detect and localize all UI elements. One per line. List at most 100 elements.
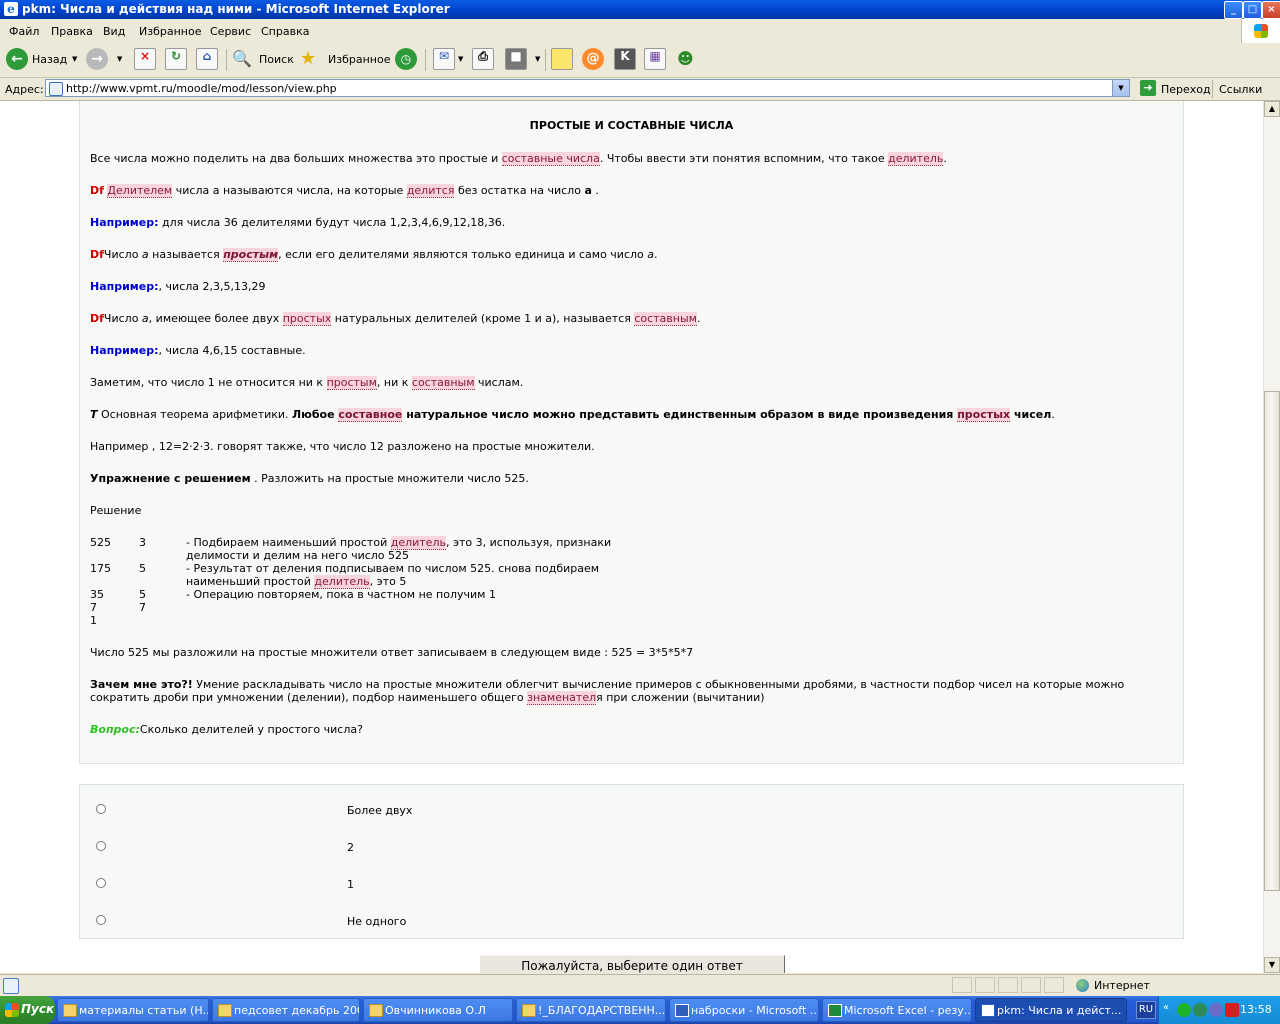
favorites-button[interactable]: Избранное: [328, 53, 390, 66]
glossary-link[interactable]: простых: [957, 408, 1011, 422]
print-icon[interactable]: ⎙: [472, 48, 494, 70]
address-url[interactable]: http://www.vpmt.ru/moodle/mod/lesson/vie…: [66, 82, 337, 95]
answer-option[interactable]: Не одного: [80, 911, 1183, 931]
status-bar: Интернет: [0, 974, 1280, 997]
answer-radio[interactable]: [96, 878, 106, 888]
back-icon[interactable]: ←: [6, 48, 28, 70]
menu-favorites[interactable]: Избранное: [139, 25, 201, 38]
scroll-thumb[interactable]: [1264, 391, 1280, 891]
menu-help[interactable]: Справка: [261, 25, 309, 38]
taskbar-item-active[interactable]: pkm: Числа и дейст...: [975, 998, 1127, 1022]
table-cell: 3: [139, 536, 146, 549]
forward-dropdown-icon[interactable]: ▼: [117, 55, 122, 63]
network-icon[interactable]: [1177, 1003, 1191, 1017]
go-arrow-icon[interactable]: ➜: [1140, 80, 1156, 96]
research-icon[interactable]: ▦: [644, 48, 666, 70]
glossary-link[interactable]: знаменател: [527, 691, 597, 705]
messenger-at-icon[interactable]: @: [582, 48, 604, 70]
glossary-link[interactable]: Делителем: [107, 184, 173, 198]
taskbar-item[interactable]: Microsoft Excel - резу...: [822, 998, 972, 1022]
stop-icon[interactable]: ×: [134, 48, 156, 70]
title-bar: e pkm: Числа и действия над ними - Micro…: [0, 0, 1280, 19]
back-button[interactable]: Назад: [32, 53, 67, 66]
answer-label[interactable]: Более двух: [347, 804, 412, 817]
note-icon[interactable]: [551, 48, 573, 70]
search-icon[interactable]: 🔍: [232, 48, 254, 72]
internet-zone-icon: [1076, 979, 1089, 992]
answer-option[interactable]: 2: [80, 837, 1183, 857]
tray-expand-icon[interactable]: «: [1163, 1002, 1169, 1013]
example-paragraph: Например: для числа 36 делителями будут …: [90, 216, 506, 229]
taskbar-item[interactable]: Овчинникова О.Л: [363, 998, 513, 1022]
glossary-link[interactable]: простым: [223, 248, 279, 262]
glossary-link[interactable]: простым: [326, 376, 377, 390]
excel-icon: [828, 1004, 842, 1017]
refresh-icon[interactable]: ↻: [165, 48, 187, 70]
taskbar-item[interactable]: !_БЛАГОДАРСТВЕНН...: [516, 998, 666, 1022]
edit-icon[interactable]: ■: [505, 48, 527, 70]
glossary-link[interactable]: составное: [338, 408, 403, 422]
minimize-button[interactable]: _: [1224, 1, 1243, 19]
forward-icon[interactable]: →: [86, 48, 108, 70]
taskbar-item[interactable]: материалы статьи (Н...: [57, 998, 209, 1022]
answer-radio[interactable]: [96, 841, 106, 851]
favorites-star-icon[interactable]: ★: [300, 48, 324, 72]
address-dropdown-icon[interactable]: ▼: [1112, 80, 1129, 96]
go-button[interactable]: Переход: [1161, 83, 1211, 96]
glossary-link[interactable]: составные числа: [501, 152, 600, 166]
question-paragraph: Вопрос:Сколько делителей у простого числ…: [90, 723, 363, 736]
messenger-icon[interactable]: ☻: [677, 48, 701, 72]
glossary-link[interactable]: простых: [282, 312, 332, 326]
k-app-icon[interactable]: K: [614, 48, 636, 70]
taskbar-item[interactable]: педсовет декабрь 2009: [212, 998, 360, 1022]
taskbar-item[interactable]: наброски - Microsoft ...: [669, 998, 819, 1022]
address-input[interactable]: http://www.vpmt.ru/moodle/mod/lesson/vie…: [45, 79, 1130, 97]
answer-label[interactable]: 2: [347, 841, 354, 854]
antivirus-icon[interactable]: [1225, 1003, 1239, 1017]
answer-option[interactable]: 1: [80, 874, 1183, 894]
answer-option[interactable]: Более двух: [80, 800, 1183, 820]
ie-icon: [981, 1004, 995, 1017]
answers-box: Более двух 2 1 Не одного: [79, 784, 1184, 939]
back-dropdown-icon[interactable]: ▼: [72, 55, 77, 63]
solution-label: Решение: [90, 504, 142, 517]
table-cell: 1: [90, 614, 97, 627]
vertical-scrollbar[interactable]: ▲ ▼: [1263, 101, 1280, 973]
glossary-link[interactable]: делитель: [888, 152, 944, 166]
tray-app-icon[interactable]: [1193, 1003, 1207, 1017]
links-button[interactable]: Ссылки: [1219, 83, 1262, 96]
scroll-up-icon[interactable]: ▲: [1264, 101, 1280, 117]
glossary-link[interactable]: составным: [634, 312, 697, 326]
glossary-link[interactable]: делитель: [314, 575, 370, 589]
menu-view[interactable]: Вид: [103, 25, 125, 38]
answer-radio[interactable]: [96, 804, 106, 814]
search-button[interactable]: Поиск: [259, 53, 294, 66]
table-cell: 5: [139, 562, 146, 575]
mail-dropdown-icon[interactable]: ▼: [458, 55, 463, 63]
word-icon: [675, 1004, 689, 1017]
home-icon[interactable]: ⌂: [196, 48, 218, 70]
start-button[interactable]: Пуск: [0, 996, 55, 1024]
mail-icon[interactable]: ✉: [433, 48, 455, 70]
menu-file[interactable]: Файл: [9, 25, 39, 38]
menu-tools[interactable]: Сервис: [210, 25, 251, 38]
language-indicator[interactable]: RU: [1136, 1001, 1156, 1019]
close-button[interactable]: ×: [1262, 1, 1280, 19]
glossary-link[interactable]: делится: [406, 184, 455, 198]
table-note: - Результат от деления подписываем по чи…: [186, 562, 600, 575]
maximize-button[interactable]: □: [1243, 1, 1262, 19]
answer-label[interactable]: Не одного: [347, 915, 406, 928]
scroll-down-icon[interactable]: ▼: [1264, 957, 1280, 973]
tray-app-icon[interactable]: [1209, 1003, 1223, 1017]
definition-paragraph: DfЧисло а, имеющее более двух простых на…: [90, 312, 701, 326]
menu-edit[interactable]: Правка: [51, 25, 93, 38]
glossary-link[interactable]: составным: [411, 376, 475, 390]
edit-dropdown-icon[interactable]: ▼: [535, 55, 540, 63]
answer-radio[interactable]: [96, 915, 106, 925]
page-icon: [49, 82, 63, 96]
history-icon[interactable]: ◷: [395, 48, 417, 70]
page-viewport: ПРОСТЫЕ И СОСТАВНЫЕ ЧИСЛА Все числа можн…: [0, 101, 1263, 973]
answer-label[interactable]: 1: [347, 878, 354, 891]
submit-answer-button[interactable]: Пожалуйста, выберите один ответ: [480, 955, 785, 973]
glossary-link[interactable]: делитель: [390, 536, 446, 550]
